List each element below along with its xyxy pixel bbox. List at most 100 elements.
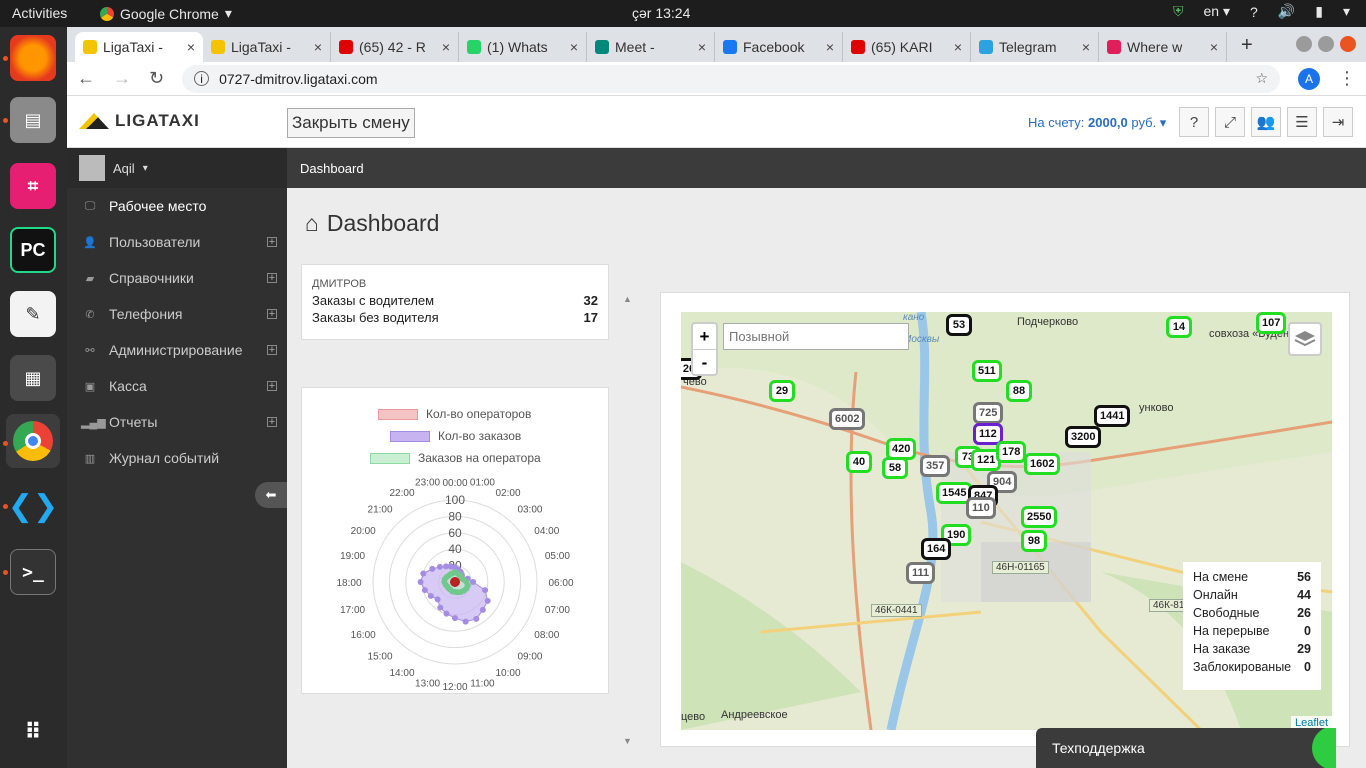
radar-point[interactable] [443, 610, 450, 617]
sidebar-item[interactable]: ▂▄▆ Отчеты + [67, 404, 287, 440]
radar-point[interactable] [434, 596, 441, 603]
app-menu[interactable]: Google Chrome ▾ [100, 5, 232, 22]
vscode-icon[interactable]: ❮❯ [8, 483, 58, 529]
zoom-in-button[interactable]: + [693, 324, 716, 350]
volume-icon[interactable]: 🔊 [1278, 3, 1295, 20]
back-arrow-icon[interactable]: ← [77, 68, 95, 89]
radar-point[interactable] [484, 597, 491, 604]
forward-arrow-icon[interactable]: → [113, 68, 131, 89]
radar-point[interactable] [470, 579, 477, 585]
sidebar-item[interactable]: ▥ Журнал событий [67, 440, 287, 476]
bookmark-star-icon[interactable]: ☆ [1255, 70, 1268, 87]
expand-plus-icon[interactable]: + [267, 345, 277, 356]
sidebar-item[interactable]: ▰ Справочники + [67, 260, 287, 296]
browser-tab[interactable]: LigaTaxi - × [203, 32, 331, 62]
browser-tab[interactable]: Meet - × [587, 32, 715, 62]
files-icon[interactable]: ▤ [10, 97, 56, 143]
browser-tab[interactable]: Facebook × [715, 32, 843, 62]
scroll-down-arrow[interactable]: ▼ [623, 736, 632, 746]
expand-plus-icon[interactable]: + [267, 273, 277, 284]
shield-icon[interactable]: ⛨ [1173, 3, 1184, 20]
driver-marker[interactable]: 6002 [829, 408, 866, 430]
sidebar-item[interactable]: ⚯ Администрирование + [67, 332, 287, 368]
scroll-up-arrow[interactable]: ▲ [623, 294, 632, 304]
radar-point[interactable] [449, 570, 456, 577]
radar-point[interactable] [420, 570, 427, 577]
url-field[interactable]: i 0727-dmitrov.ligataxi.com ☆ [182, 64, 1280, 93]
driver-marker[interactable]: 164 [921, 538, 952, 560]
driver-marker[interactable]: 178 [996, 441, 1027, 463]
driver-marker[interactable]: 110 [966, 497, 996, 519]
terminal-icon[interactable]: >_ [10, 549, 56, 595]
fullscreen-icon[interactable]: ⤢ [1215, 107, 1245, 137]
user-menu[interactable]: Aqil ▾ [67, 148, 287, 188]
radar-point[interactable] [479, 606, 486, 613]
app-grid-icon[interactable]: ⠿ [10, 709, 56, 755]
text-editor-icon[interactable]: ✎ [10, 291, 56, 337]
support-chat-widget[interactable]: Техподдержка [1036, 728, 1336, 768]
radar-point[interactable] [427, 592, 434, 599]
minimize-button[interactable] [1296, 36, 1312, 52]
expand-plus-icon[interactable]: + [267, 381, 277, 392]
close-tab-icon[interactable]: × [442, 39, 450, 55]
callsign-search-input[interactable] [723, 323, 909, 350]
help-button[interactable]: ? [1179, 107, 1209, 137]
radar-point[interactable] [450, 577, 459, 586]
driver-marker[interactable]: 53 [946, 314, 972, 336]
browser-tab[interactable]: LigaTaxi - × [75, 32, 203, 62]
layers-icon[interactable] [1288, 322, 1322, 356]
reload-icon[interactable]: ↻ [149, 68, 164, 89]
close-tab-icon[interactable]: × [187, 39, 195, 55]
kebab-menu-icon[interactable]: ⋮ [1338, 68, 1356, 89]
logout-icon[interactable]: ⇥ [1323, 107, 1353, 137]
radar-point[interactable] [482, 587, 489, 594]
radar-point[interactable] [417, 579, 424, 585]
driver-marker[interactable]: 98 [1021, 530, 1047, 552]
legend-item-operators[interactable]: Кол-во операторов [378, 407, 531, 421]
battery-icon[interactable]: ▮ [1315, 3, 1323, 20]
firefox-icon[interactable] [10, 35, 56, 81]
driver-marker[interactable]: 29 [769, 380, 795, 402]
close-tab-icon[interactable]: × [314, 39, 322, 55]
sidebar-item[interactable]: ▣ Касса + [67, 368, 287, 404]
radar-point[interactable] [462, 618, 469, 625]
browser-tab[interactable]: Where w × [1099, 32, 1227, 62]
driver-marker[interactable]: 107 [1256, 312, 1287, 334]
language-selector[interactable]: en ▾ [1204, 3, 1231, 20]
driver-marker[interactable]: 40 [846, 451, 872, 473]
close-tab-icon[interactable]: × [698, 39, 706, 55]
close-tab-icon[interactable]: × [1082, 39, 1090, 55]
driver-marker[interactable]: 58 [882, 457, 908, 479]
driver-marker[interactable]: 2550 [1021, 506, 1058, 528]
hamburger-menu-icon[interactable]: ☰ [1287, 107, 1317, 137]
browser-tab[interactable]: (65) KARI × [843, 32, 971, 62]
close-window-button[interactable] [1340, 36, 1356, 52]
browser-tab[interactable]: (65) 42 - R × [331, 32, 459, 62]
legend-item-per-operator[interactable]: Заказов на оператора [370, 451, 541, 465]
driver-marker[interactable]: 725 [973, 402, 1004, 424]
legend-item-orders[interactable]: Кол-во заказов [390, 429, 521, 443]
chrome-dock-icon[interactable] [6, 414, 60, 468]
clock[interactable]: çər 13:24 [632, 5, 690, 21]
browser-tab[interactable]: (1) Whats × [459, 32, 587, 62]
driver-marker[interactable]: 14 [1166, 316, 1192, 338]
driver-marker[interactable]: 1441 [1094, 405, 1131, 427]
sidebar-item[interactable]: ✆ Телефония + [67, 296, 287, 332]
balance-dropdown[interactable]: На счету: 2000,0 руб. ▾ [1028, 115, 1166, 131]
radar-point[interactable] [437, 604, 444, 611]
driver-marker[interactable]: 88 [1006, 380, 1032, 402]
expand-plus-icon[interactable]: + [267, 417, 277, 428]
radar-point[interactable] [452, 615, 458, 622]
radar-point[interactable] [429, 565, 436, 572]
driver-marker[interactable]: 511 [972, 360, 1002, 382]
calculator-icon[interactable]: ▦ [10, 355, 56, 401]
close-shift-button[interactable]: Закрыть смену [287, 108, 415, 138]
browser-tab[interactable]: Telegram × [971, 32, 1099, 62]
chevron-down-icon[interactable]: ▾ [1343, 3, 1350, 20]
driver-marker[interactable]: 357 [920, 455, 951, 477]
close-tab-icon[interactable]: × [1210, 39, 1218, 55]
driver-marker[interactable]: 3200 [1065, 426, 1102, 448]
collapse-sidebar-button[interactable]: ⬅ [255, 482, 287, 508]
expand-plus-icon[interactable]: + [267, 237, 277, 248]
sidebar-item[interactable]: 🖵 Рабочее место [67, 188, 287, 224]
